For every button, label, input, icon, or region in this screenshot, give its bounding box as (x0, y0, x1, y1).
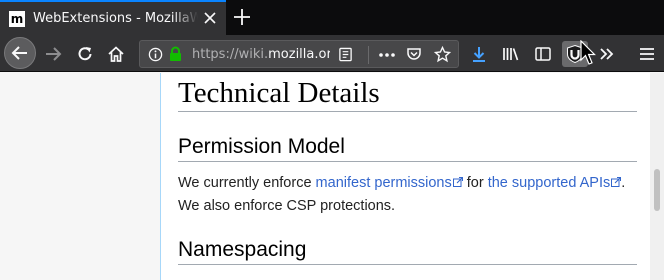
downloads-button[interactable] (466, 41, 492, 67)
lock-icon[interactable] (168, 46, 183, 62)
heading-namespacing: Namespacing (178, 238, 637, 265)
page-scrollbar[interactable] (650, 73, 664, 280)
link-manifest-permissions[interactable]: manifest permissions (316, 175, 463, 191)
external-link-icon (611, 177, 622, 187)
download-icon (473, 47, 485, 62)
tab-strip: m WebExtensions - MozillaWiki (0, 0, 664, 35)
mouse-cursor-icon (580, 40, 596, 65)
article-content: Technical Details Permission Model We cu… (160, 73, 650, 280)
arrow-right-icon (46, 47, 62, 61)
reload-button[interactable] (72, 41, 98, 67)
library-icon (503, 48, 519, 61)
star-icon[interactable] (434, 46, 451, 63)
arrow-left-icon (11, 46, 27, 60)
page-viewport: Technical Details Permission Model We cu… (0, 73, 664, 280)
home-icon (108, 46, 124, 62)
more-icon[interactable] (378, 48, 396, 62)
heading-permission-model: Permission Model (178, 135, 637, 162)
url-bar[interactable]: https://wiki.mozilla.org (139, 40, 459, 68)
home-button[interactable] (103, 41, 129, 67)
hamburger-icon (640, 48, 654, 60)
overflow-button[interactable] (594, 41, 620, 67)
sidebar-button[interactable] (530, 41, 556, 67)
back-button[interactable] (4, 37, 36, 69)
menu-button[interactable] (634, 41, 660, 67)
link-supported-apis[interactable]: the supported APIs (488, 175, 622, 191)
reader-view-icon[interactable] (338, 47, 353, 62)
library-button[interactable] (498, 41, 524, 67)
pocket-icon[interactable] (406, 46, 422, 62)
tab-title: WebExtensions - MozillaWiki (33, 11, 198, 26)
forward-button[interactable] (40, 41, 66, 67)
url-text[interactable]: https://wiki.mozilla.org (192, 47, 330, 62)
overflow-icon (600, 48, 614, 60)
external-link-icon (452, 177, 463, 187)
mozilla-favicon: m (9, 10, 25, 27)
reload-icon (78, 47, 92, 61)
plus-icon[interactable] (231, 6, 253, 28)
scrollbar-thumb[interactable] (654, 169, 660, 211)
info-icon[interactable] (148, 47, 163, 62)
permission-paragraph: We currently enforce manifest permission… (178, 175, 626, 214)
url-separator (368, 46, 369, 64)
nav-toolbar: https://wiki.mozilla.org (0, 35, 664, 72)
heading-technical-details: Technical Details (178, 77, 637, 112)
close-icon[interactable] (202, 10, 218, 26)
tab-webextensions[interactable]: m WebExtensions - MozillaWiki (0, 0, 226, 35)
sidebar-icon (535, 47, 551, 61)
